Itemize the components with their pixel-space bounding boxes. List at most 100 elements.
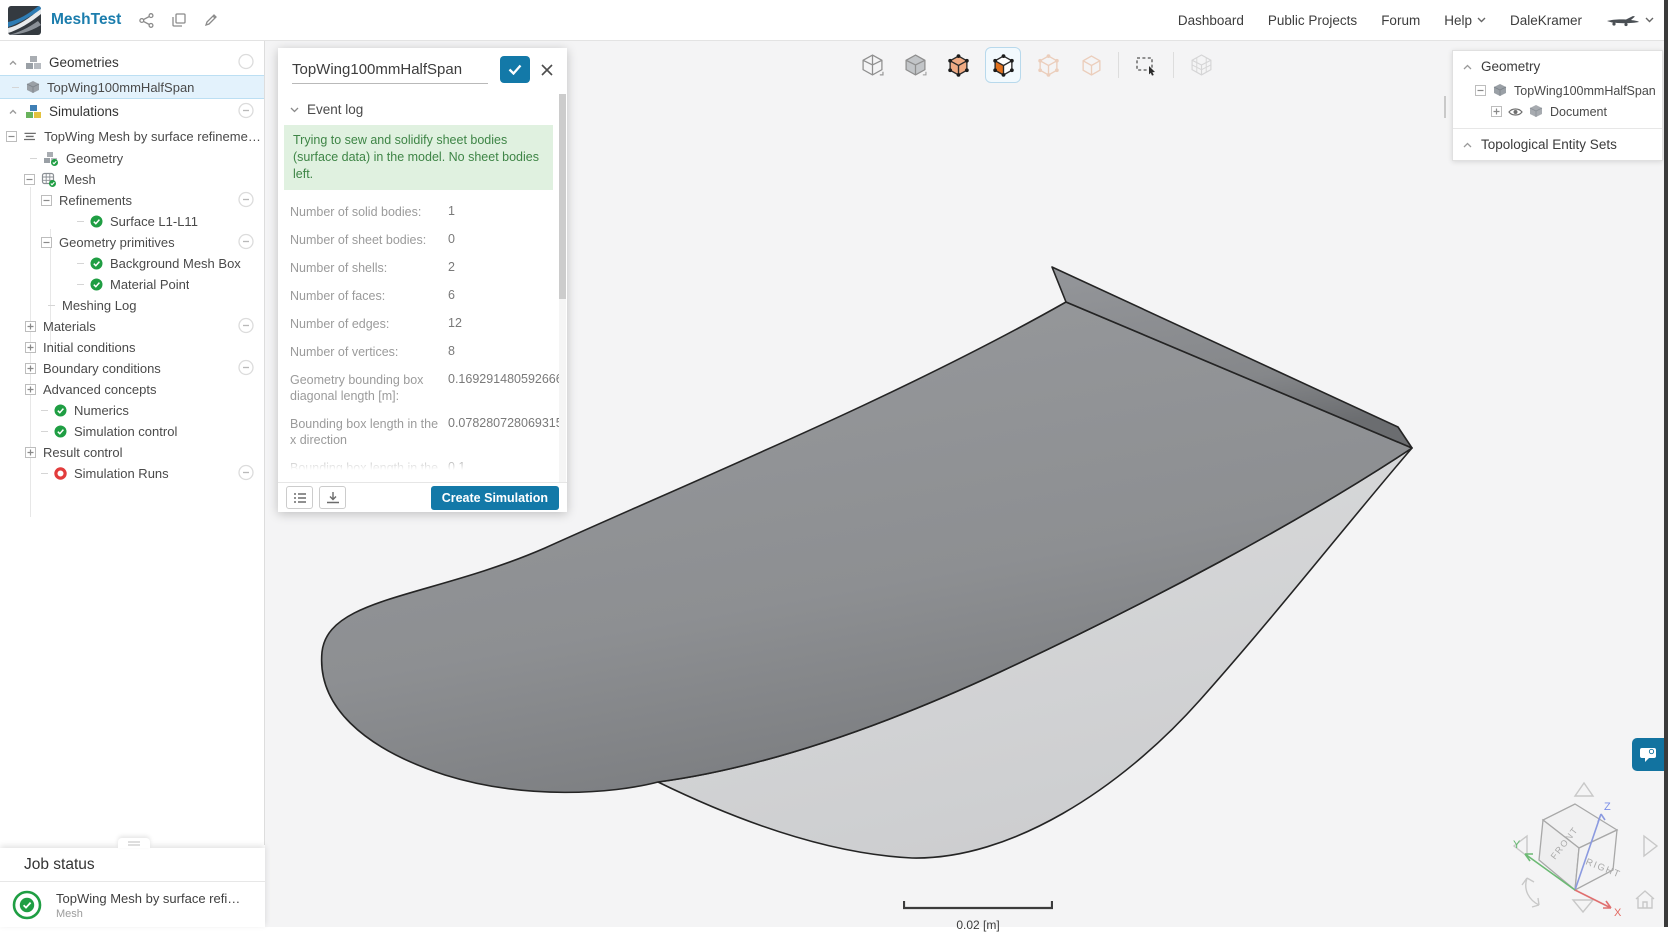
tree-item-sim-topwing-mesh[interactable]: TopWing Mesh by surface refinement ONLY: [0, 124, 264, 148]
collapse-chevron-icon: [290, 107, 299, 112]
nav-username[interactable]: DaleKramer: [1510, 13, 1582, 28]
tree-item-geometries[interactable]: Geometries: [0, 50, 264, 75]
tree-item-label: Advanced concepts: [43, 382, 157, 397]
navigation-cube[interactable]: FRONT RIGHT Z Y X: [1505, 768, 1667, 920]
tree-item-simulation-control[interactable]: Simulation control: [0, 421, 264, 442]
share-icon[interactable]: [139, 12, 154, 28]
stat-value: 6: [448, 288, 455, 302]
collapse-circle-button[interactable]: [238, 464, 254, 483]
tree-item-topwing-geometry[interactable]: TopWing100mmHalfSpan: [0, 75, 264, 99]
mesh-view-icon-disabled[interactable]: [1185, 49, 1217, 81]
collapse-chevron-icon[interactable]: [8, 58, 18, 68]
tree-item-label: Numerics: [74, 403, 129, 418]
create-simulation-button[interactable]: Create Simulation: [430, 485, 559, 510]
nav-dashboard[interactable]: Dashboard: [1178, 13, 1244, 28]
scene-item-document[interactable]: Document: [1453, 101, 1662, 122]
tree-item-simulations[interactable]: Simulations: [0, 99, 264, 124]
geometry-model-icon: [26, 80, 40, 93]
collapse-box-icon[interactable]: [6, 130, 17, 142]
solid-view-icon[interactable]: [899, 49, 931, 81]
tree-item-meshing-log[interactable]: Meshing Log: [0, 295, 264, 316]
expand-box-icon[interactable]: [1491, 106, 1502, 117]
x-axis: [1574, 889, 1612, 909]
download-button[interactable]: [319, 486, 346, 509]
nav-forum[interactable]: Forum: [1381, 13, 1420, 28]
expand-box-icon[interactable]: [25, 342, 36, 353]
panel-resize-grip[interactable]: [1444, 96, 1446, 118]
event-log-list-button[interactable]: [286, 486, 313, 509]
tree-item-surface-refinement[interactable]: Surface L1-L11: [0, 211, 264, 232]
select-volume-icon[interactable]: [942, 49, 974, 81]
check-circle-icon: [90, 215, 103, 228]
toolbar-divider: [1173, 52, 1174, 78]
close-icon[interactable]: [538, 61, 556, 79]
collapse-box-icon[interactable]: [1475, 85, 1486, 96]
chat-button[interactable]: [1632, 738, 1664, 771]
wireframe-view-icon[interactable]: [856, 49, 888, 81]
job-panel-drag-handle[interactable]: [118, 838, 150, 848]
tree-item-numerics[interactable]: Numerics: [0, 400, 264, 421]
collapse-box-icon[interactable]: [41, 195, 52, 206]
tree-item-boundary-conditions[interactable]: Boundary conditions: [0, 358, 264, 379]
collapse-chevron-icon[interactable]: [8, 107, 18, 117]
visibility-eye-icon[interactable]: [1508, 107, 1523, 117]
panel-footer: Create Simulation: [278, 482, 567, 512]
tree-item-simulation-runs[interactable]: Simulation Runs: [0, 463, 264, 484]
tree-stub: [77, 284, 84, 285]
copy-icon[interactable]: [172, 13, 186, 27]
tree-item-geometry[interactable]: Geometry: [0, 148, 264, 169]
event-log-section-header[interactable]: Event log: [278, 92, 567, 123]
geometry-section-header[interactable]: Geometry: [1453, 51, 1662, 80]
chevron-down-icon: [1477, 17, 1486, 23]
nav-help-menu[interactable]: Help: [1444, 13, 1486, 28]
select-edge-icon-disabled[interactable]: [1032, 49, 1064, 81]
tree-item-refinements[interactable]: Refinements: [0, 190, 264, 211]
tree-item-mesh[interactable]: Mesh: [0, 169, 264, 190]
simulations-icon: [26, 105, 41, 118]
topological-entity-sets-header[interactable]: Topological Entity Sets: [1453, 129, 1662, 160]
collapse-circle-button[interactable]: [238, 317, 254, 336]
panel-scrollbar[interactable]: [559, 94, 566, 482]
tree-item-materials[interactable]: Materials: [0, 316, 264, 337]
expand-box-icon[interactable]: [25, 363, 36, 374]
tree-item-initial-conditions[interactable]: Initial conditions: [0, 337, 264, 358]
nav-public-projects[interactable]: Public Projects: [1268, 13, 1357, 28]
box-select-icon[interactable]: [1130, 49, 1162, 81]
collapse-circle-button[interactable]: [238, 102, 254, 121]
tree-item-result-control[interactable]: Result control: [0, 442, 264, 463]
expand-box-icon[interactable]: [25, 384, 36, 395]
z-axis-label: Z: [1604, 801, 1611, 813]
expand-box-icon[interactable]: [25, 321, 36, 332]
mesh-check-icon: [41, 172, 56, 187]
select-face-icon-selected[interactable]: [985, 47, 1021, 83]
expand-box-icon[interactable]: [25, 447, 36, 458]
select-vertex-icon-disabled[interactable]: [1075, 49, 1107, 81]
collapse-box-icon[interactable]: [41, 237, 52, 248]
collapse-box-icon[interactable]: [24, 174, 35, 185]
scene-tree-panel: Geometry TopWing100mmHalfSpan Document T…: [1452, 50, 1663, 161]
app-logo[interactable]: [8, 5, 41, 35]
tree-stub: [77, 221, 84, 222]
collapse-circle-button[interactable]: [238, 233, 254, 252]
edit-pencil-icon[interactable]: [204, 13, 218, 27]
tree-item-material-point[interactable]: Material Point: [0, 274, 264, 295]
geometry-name-input[interactable]: TopWing100mmHalfSpan: [292, 56, 488, 84]
stat-label: Geometry bounding box diagonal length [m…: [290, 373, 424, 403]
radio-circle-icon[interactable]: [238, 53, 254, 72]
tree-item-geometry-primitives[interactable]: Geometry primitives: [0, 232, 264, 253]
tree-item-label: Simulation Runs: [74, 466, 169, 481]
roll-arrow: [1521, 877, 1540, 908]
job-status-row[interactable]: TopWing Mesh by surface refinement o... …: [0, 882, 265, 920]
confirm-button[interactable]: [500, 56, 530, 83]
geometry-model-icon: [1493, 84, 1507, 96]
collapse-circle-button[interactable]: [238, 191, 254, 210]
tree-stub: [77, 263, 84, 264]
tree-item-advanced-concepts[interactable]: Advanced concepts: [0, 379, 264, 400]
rotate-up-arrow: [1573, 781, 1595, 797]
collapse-circle-button[interactable]: [238, 359, 254, 378]
user-avatar-menu[interactable]: [1606, 13, 1654, 27]
tree-item-background-mesh-box[interactable]: Background Mesh Box: [0, 253, 264, 274]
scrollbar-thumb[interactable]: [559, 94, 566, 299]
scene-item-topwing[interactable]: TopWing100mmHalfSpan: [1453, 80, 1662, 101]
stat-value: 0.1: [448, 460, 466, 470]
